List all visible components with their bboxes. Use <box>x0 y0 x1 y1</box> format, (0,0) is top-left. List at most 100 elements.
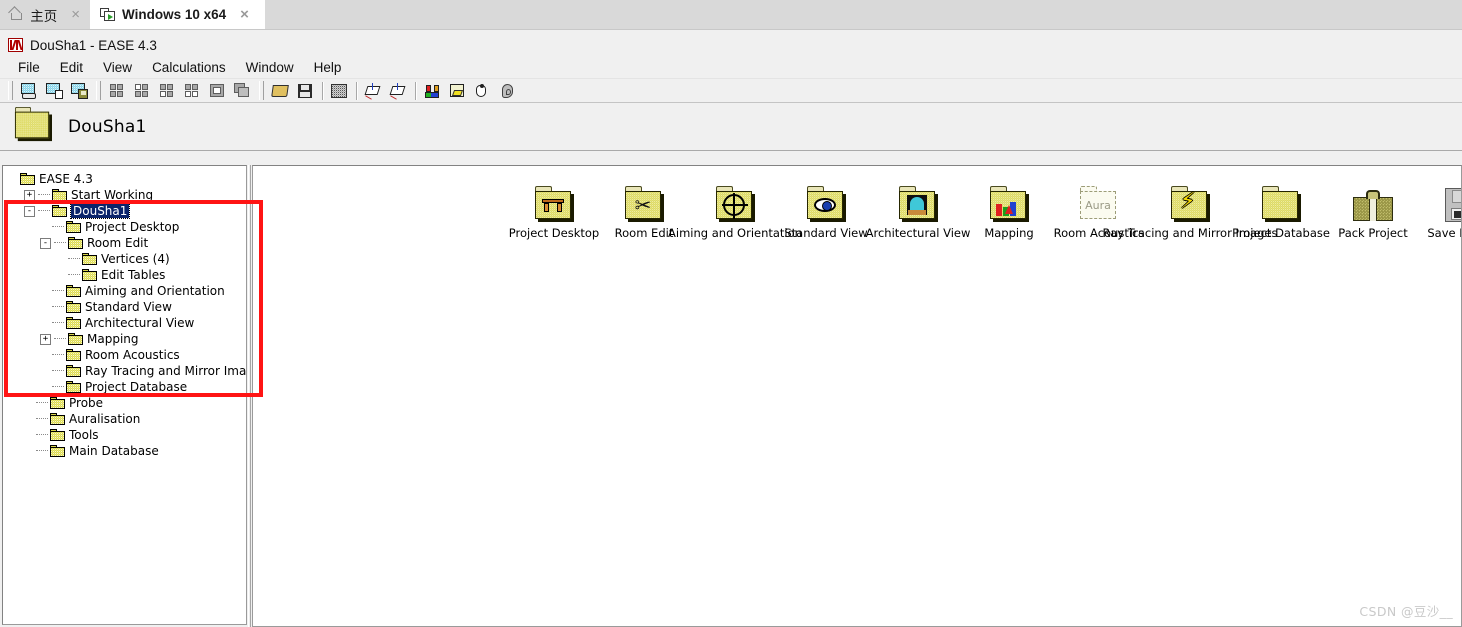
room-acoustics-aura-folder-icon: Aura <box>1069 170 1129 222</box>
tree-item[interactable]: + Mapping <box>8 331 246 347</box>
tree-item[interactable]: Project Desktop <box>8 219 246 235</box>
toolbar-separator-2 <box>356 81 357 100</box>
save-project-button[interactable] <box>294 80 317 101</box>
toolbar-grip-2[interactable] <box>96 81 101 100</box>
project-icon-label: Room Edit <box>614 226 674 240</box>
probe-button[interactable] <box>471 80 494 101</box>
project-database-folder-icon <box>1251 170 1311 222</box>
maximize-window-button[interactable] <box>206 80 229 101</box>
wireframe-box2-icon <box>389 82 407 100</box>
tree-item[interactable]: + Start Working <box>8 187 246 203</box>
menu-window[interactable]: Window <box>236 58 304 77</box>
tab-windows-10-close-icon[interactable]: × <box>240 7 249 22</box>
tree-connector <box>68 274 80 276</box>
save-image-icon <box>71 82 88 99</box>
menu-help[interactable]: Help <box>304 58 352 77</box>
tree-item[interactable]: Vertices (4) <box>8 251 246 267</box>
tile-bottom-button[interactable] <box>156 80 179 101</box>
application-root: 主页 × Windows 10 x64 × DouSha1 - EASE 4.3… <box>0 0 1462 627</box>
tree-connector <box>38 194 50 196</box>
folder-icon <box>52 204 68 218</box>
copy-image-button[interactable] <box>43 80 66 101</box>
folder-icon <box>82 252 98 266</box>
tile-bottom-icon <box>159 83 176 99</box>
folder-icon <box>66 316 82 330</box>
window-title-bar: DouSha1 - EASE 4.3 <box>0 30 1462 56</box>
collapse-icon[interactable]: - <box>24 205 35 217</box>
csdn-watermark: CSDN @豆沙__ <box>1359 604 1453 619</box>
standard-view-button[interactable] <box>446 80 469 101</box>
project-tree-panel[interactable]: EASE 4.3 + Start Working - DouSha1 Project De… <box>2 165 247 625</box>
tree-connector <box>36 434 48 436</box>
folder-icon <box>66 364 82 378</box>
print-image-button[interactable] <box>18 80 41 101</box>
tree-item[interactable]: Auralisation <box>8 411 246 427</box>
toolbar-grip-3[interactable] <box>259 81 264 100</box>
tree-item[interactable]: - Room Edit <box>8 235 246 251</box>
folder-icon <box>68 332 84 346</box>
project-data-button[interactable] <box>328 80 351 101</box>
room-view-button[interactable] <box>387 80 410 101</box>
main-toolbar <box>0 78 1462 103</box>
tree-item-label: Auralisation <box>69 412 141 426</box>
open-project-button[interactable] <box>269 80 292 101</box>
tree-item[interactable]: Aiming and Orientation <box>8 283 246 299</box>
print-image-icon <box>21 82 38 99</box>
tree-item[interactable]: Room Acoustics <box>8 347 246 363</box>
pack-project-suitcase-icon <box>1343 170 1403 222</box>
window-title: DouSha1 - EASE 4.3 <box>30 37 157 53</box>
tile-top-button[interactable] <box>131 80 154 101</box>
mouse-probe-icon <box>474 83 491 99</box>
tab-windows-10[interactable]: Windows 10 x64 × <box>90 0 265 29</box>
tree-connector <box>52 386 64 388</box>
tree-item[interactable]: Standard View <box>8 299 246 315</box>
tile-left-icon <box>184 83 201 99</box>
tree-item[interactable]: EASE 4.3 <box>8 171 246 187</box>
tree-item[interactable]: Main Database <box>8 443 246 459</box>
cascade-windows-button[interactable] <box>231 80 254 101</box>
menu-edit[interactable]: Edit <box>50 58 93 77</box>
tile-windows-button[interactable] <box>106 80 129 101</box>
folder-icon <box>68 236 84 250</box>
tree-item-label: Edit Tables <box>101 268 166 282</box>
tree-item[interactable]: Architectural View <box>8 315 246 331</box>
toolbar-grip[interactable] <box>8 81 13 100</box>
tile-top-icon <box>134 83 151 99</box>
tree-item-label: Project Database <box>85 380 188 394</box>
expand-icon[interactable]: + <box>24 189 35 201</box>
mapping-button[interactable] <box>421 80 444 101</box>
menu-calculations[interactable]: Calculations <box>142 58 236 77</box>
tree-item[interactable]: Ray Tracing and Mirror Images <box>8 363 246 379</box>
tree-connector <box>38 210 50 212</box>
tree-item[interactable]: Project Database <box>8 379 246 395</box>
tree-connector <box>54 242 66 244</box>
cascade-icon <box>234 82 251 99</box>
architectural-view-folder-icon <box>888 170 948 222</box>
tile-4-icon <box>109 83 126 99</box>
project-name: DouSha1 <box>68 116 147 137</box>
tree-item[interactable]: - DouSha1 <box>8 203 246 219</box>
tree-connector <box>52 322 64 324</box>
auralisation-button[interactable] <box>496 80 519 101</box>
menu-view[interactable]: View <box>93 58 142 77</box>
save-image-button[interactable] <box>68 80 91 101</box>
menu-file[interactable]: File <box>8 58 50 77</box>
room-edit-button[interactable] <box>362 80 385 101</box>
tree-item-label: Tools <box>69 428 99 442</box>
tile-left-button[interactable] <box>181 80 204 101</box>
tree-item-label: Ray Tracing and Mirror Images <box>85 364 247 378</box>
tree-item[interactable]: Edit Tables <box>8 267 246 283</box>
tree-connector <box>36 402 48 404</box>
tree-item[interactable]: Tools <box>8 427 246 443</box>
tree-item-label: DouSha1 <box>69 203 131 219</box>
expand-icon[interactable]: + <box>40 333 51 345</box>
project-icon-label: Project Database <box>1232 226 1330 240</box>
tab-home[interactable]: 主页 × <box>0 0 90 29</box>
project-icon-label: Mapping <box>984 226 1034 240</box>
collapse-icon[interactable]: - <box>40 237 51 249</box>
tree-item-label: Mapping <box>87 332 139 346</box>
tab-home-close-icon[interactable]: × <box>71 7 80 22</box>
tree-item[interactable]: Probe <box>8 395 246 411</box>
